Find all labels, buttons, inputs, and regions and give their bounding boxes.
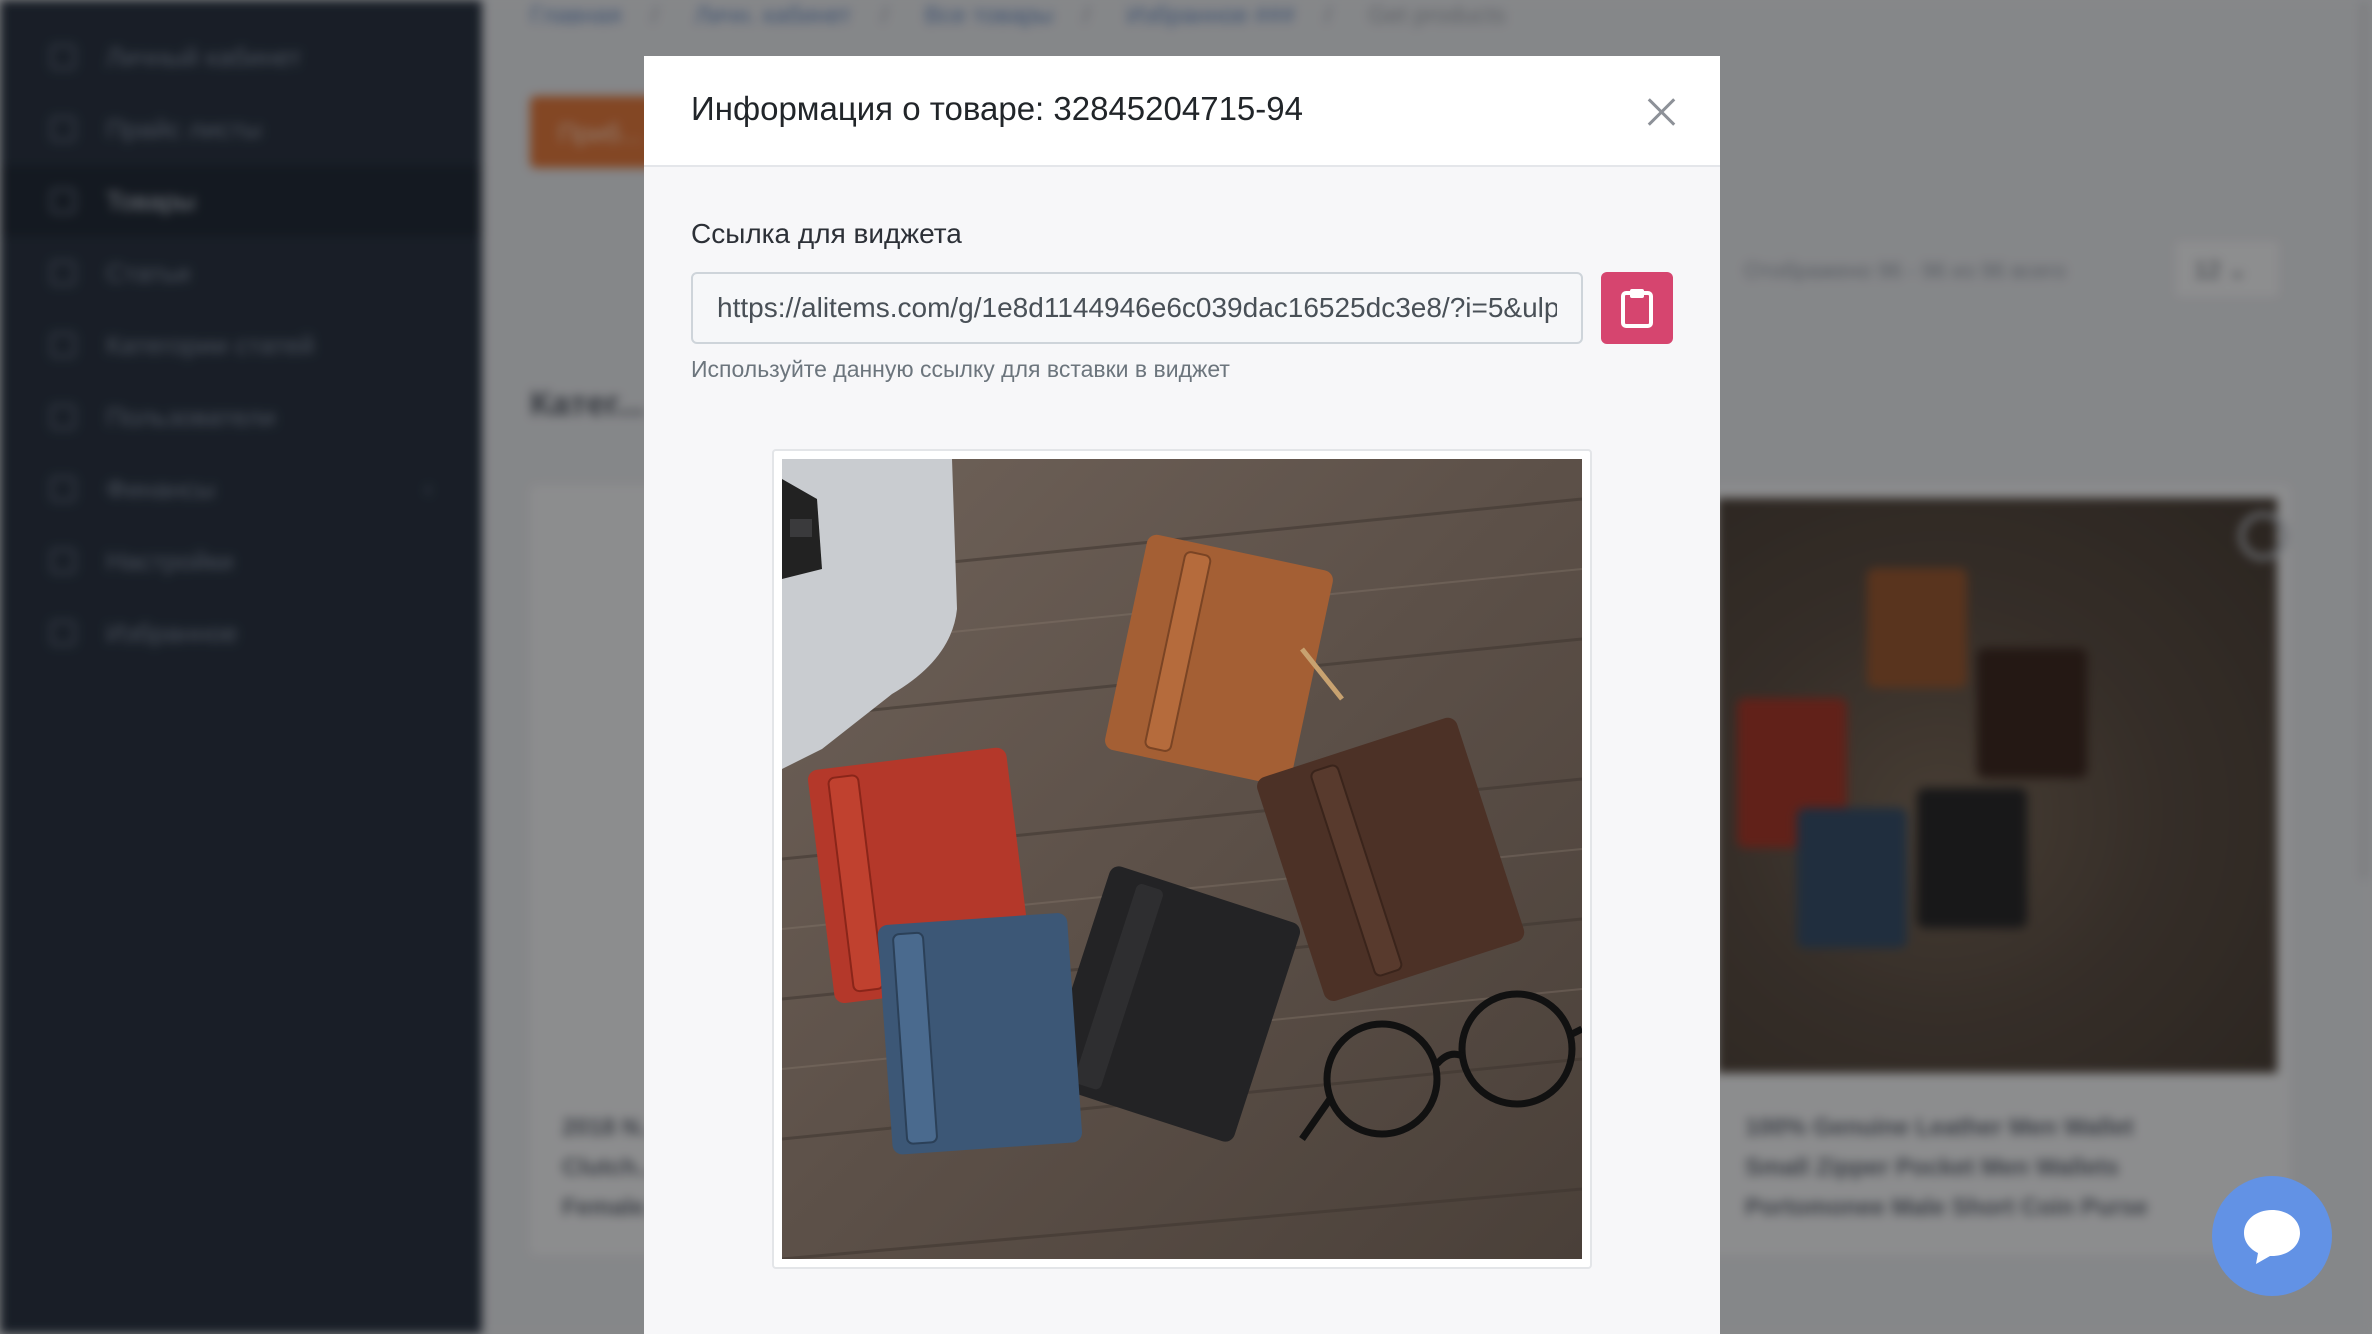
copy-link-button[interactable]: [1601, 272, 1673, 344]
close-icon[interactable]: [1641, 92, 1681, 132]
product-info-modal: Информация о товаре: 32845204715-94 Ссыл…: [644, 56, 1720, 1334]
chat-widget-button[interactable]: [2212, 1176, 2332, 1296]
widget-link-input[interactable]: [691, 272, 1583, 344]
widget-link-help: Используйте данную ссылку для вставки в …: [691, 356, 1230, 382]
widget-link-label: Ссылка для виджета: [691, 218, 962, 249]
product-image-frame: [772, 449, 1592, 1269]
product-image: [782, 459, 1582, 1259]
modal-title: Информация о товаре: 32845204715-94: [691, 90, 1303, 127]
chat-bubble-icon: [2244, 1210, 2300, 1264]
modal-header: Информация о товаре: 32845204715-94: [644, 56, 1720, 167]
clipboard-icon: [1621, 289, 1653, 328]
